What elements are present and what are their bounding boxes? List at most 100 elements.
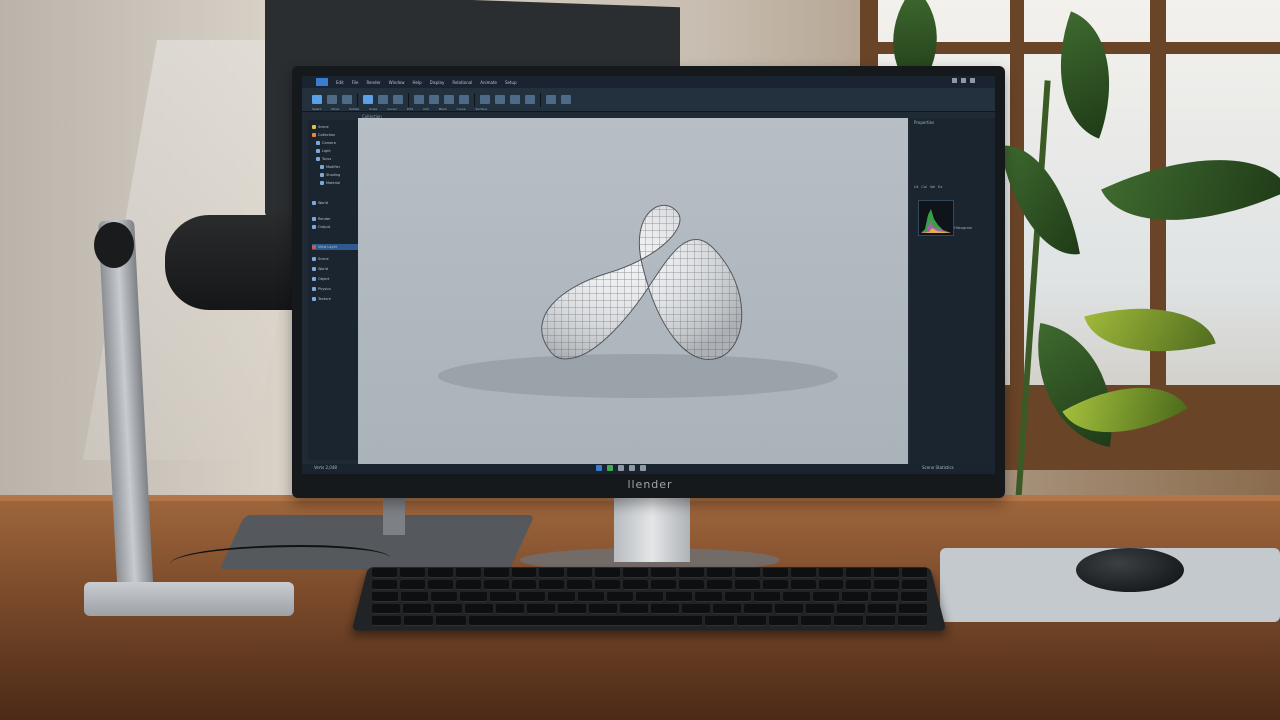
key[interactable] xyxy=(430,592,458,602)
menu-help[interactable]: Help xyxy=(412,80,421,85)
menu-setup[interactable]: Setup xyxy=(505,80,517,85)
key[interactable] xyxy=(837,604,865,614)
key[interactable] xyxy=(636,592,663,602)
key[interactable] xyxy=(801,616,831,626)
key[interactable] xyxy=(372,580,397,590)
key[interactable] xyxy=(806,604,834,614)
tree-item[interactable]: Object xyxy=(312,276,329,282)
key[interactable] xyxy=(434,604,462,614)
key[interactable] xyxy=(790,568,816,578)
key[interactable] xyxy=(897,616,928,626)
key[interactable] xyxy=(724,592,751,602)
rotate-tool-icon[interactable] xyxy=(342,95,352,104)
key[interactable] xyxy=(548,592,575,602)
key[interactable] xyxy=(769,616,799,626)
props-tab[interactable]: Col xyxy=(921,185,927,191)
key[interactable] xyxy=(812,592,839,602)
key[interactable] xyxy=(775,604,803,614)
menu-animate[interactable]: Animate xyxy=(480,80,497,85)
edit-tool-icon[interactable] xyxy=(393,95,403,104)
menu-edit[interactable]: Edit xyxy=(336,80,344,85)
key[interactable] xyxy=(899,604,927,614)
key[interactable] xyxy=(623,580,649,590)
key[interactable] xyxy=(900,592,928,602)
key[interactable] xyxy=(902,568,928,578)
key[interactable] xyxy=(734,580,760,590)
key[interactable] xyxy=(833,616,863,626)
camera-tool-icon[interactable] xyxy=(525,95,535,104)
key[interactable] xyxy=(762,580,788,590)
key[interactable] xyxy=(737,616,767,626)
key[interactable] xyxy=(577,592,604,602)
key[interactable] xyxy=(460,592,487,602)
key[interactable] xyxy=(753,592,781,602)
tree-item[interactable]: Physics xyxy=(312,286,331,292)
key[interactable] xyxy=(651,568,676,578)
key[interactable] xyxy=(372,592,399,602)
app-logo-icon[interactable] xyxy=(316,78,328,86)
curve-tool-icon[interactable] xyxy=(444,95,454,104)
key[interactable] xyxy=(399,580,425,590)
key[interactable] xyxy=(595,580,621,590)
key[interactable] xyxy=(595,568,621,578)
scale-tool-icon[interactable] xyxy=(363,95,373,104)
key[interactable] xyxy=(695,592,722,602)
minimize-icon[interactable] xyxy=(952,78,957,83)
torus-mesh-object[interactable] xyxy=(541,204,743,360)
key[interactable] xyxy=(483,580,509,590)
key[interactable] xyxy=(567,580,593,590)
surface-tool-icon[interactable] xyxy=(459,95,469,104)
key[interactable] xyxy=(511,568,537,578)
key[interactable] xyxy=(868,604,896,614)
tree-item[interactable]: Modifier xyxy=(320,164,340,170)
key[interactable] xyxy=(842,592,869,602)
tree-item[interactable]: Light xyxy=(316,148,331,154)
tree-item[interactable]: Texture xyxy=(312,296,331,302)
menu-window[interactable]: Window xyxy=(389,80,405,85)
props-tab[interactable]: Lit xyxy=(914,185,918,191)
select-tool-icon[interactable] xyxy=(312,95,322,104)
app-taskbar-icon[interactable] xyxy=(596,465,602,471)
render-tool-icon[interactable] xyxy=(546,95,556,104)
key[interactable] xyxy=(734,568,760,578)
key[interactable] xyxy=(651,580,676,590)
material-tool-icon[interactable] xyxy=(495,95,505,104)
cursor-tool-icon[interactable] xyxy=(378,95,388,104)
key[interactable] xyxy=(511,580,537,590)
key[interactable] xyxy=(427,580,453,590)
key[interactable] xyxy=(518,592,546,602)
key[interactable] xyxy=(874,568,900,578)
app-taskbar-icon[interactable] xyxy=(629,465,635,471)
computer-mouse[interactable] xyxy=(1076,548,1184,592)
spacebar-key[interactable] xyxy=(468,616,702,626)
tree-item[interactable]: Shading xyxy=(320,172,340,178)
key[interactable] xyxy=(372,604,400,614)
key[interactable] xyxy=(874,580,900,590)
key[interactable] xyxy=(372,568,397,578)
key[interactable] xyxy=(678,580,704,590)
light-tool-icon[interactable] xyxy=(510,95,520,104)
tree-item[interactable]: World xyxy=(312,200,328,206)
key[interactable] xyxy=(713,604,741,614)
key[interactable] xyxy=(558,604,586,614)
key[interactable] xyxy=(651,604,679,614)
key[interactable] xyxy=(496,604,524,614)
key[interactable] xyxy=(678,568,704,578)
key[interactable] xyxy=(539,580,565,590)
key[interactable] xyxy=(762,568,788,578)
key[interactable] xyxy=(620,604,648,614)
tree-item-selected[interactable]: View Layer xyxy=(312,244,360,250)
key[interactable] xyxy=(783,592,810,602)
key[interactable] xyxy=(607,592,634,602)
key[interactable] xyxy=(483,568,509,578)
menu-file[interactable]: File xyxy=(352,80,359,85)
key[interactable] xyxy=(589,604,617,614)
key[interactable] xyxy=(436,616,466,626)
props-tab[interactable]: Ex xyxy=(938,185,942,191)
key[interactable] xyxy=(427,568,453,578)
key[interactable] xyxy=(744,604,772,614)
maximize-icon[interactable] xyxy=(961,78,966,83)
key[interactable] xyxy=(902,580,928,590)
key[interactable] xyxy=(403,604,431,614)
key[interactable] xyxy=(372,616,402,626)
